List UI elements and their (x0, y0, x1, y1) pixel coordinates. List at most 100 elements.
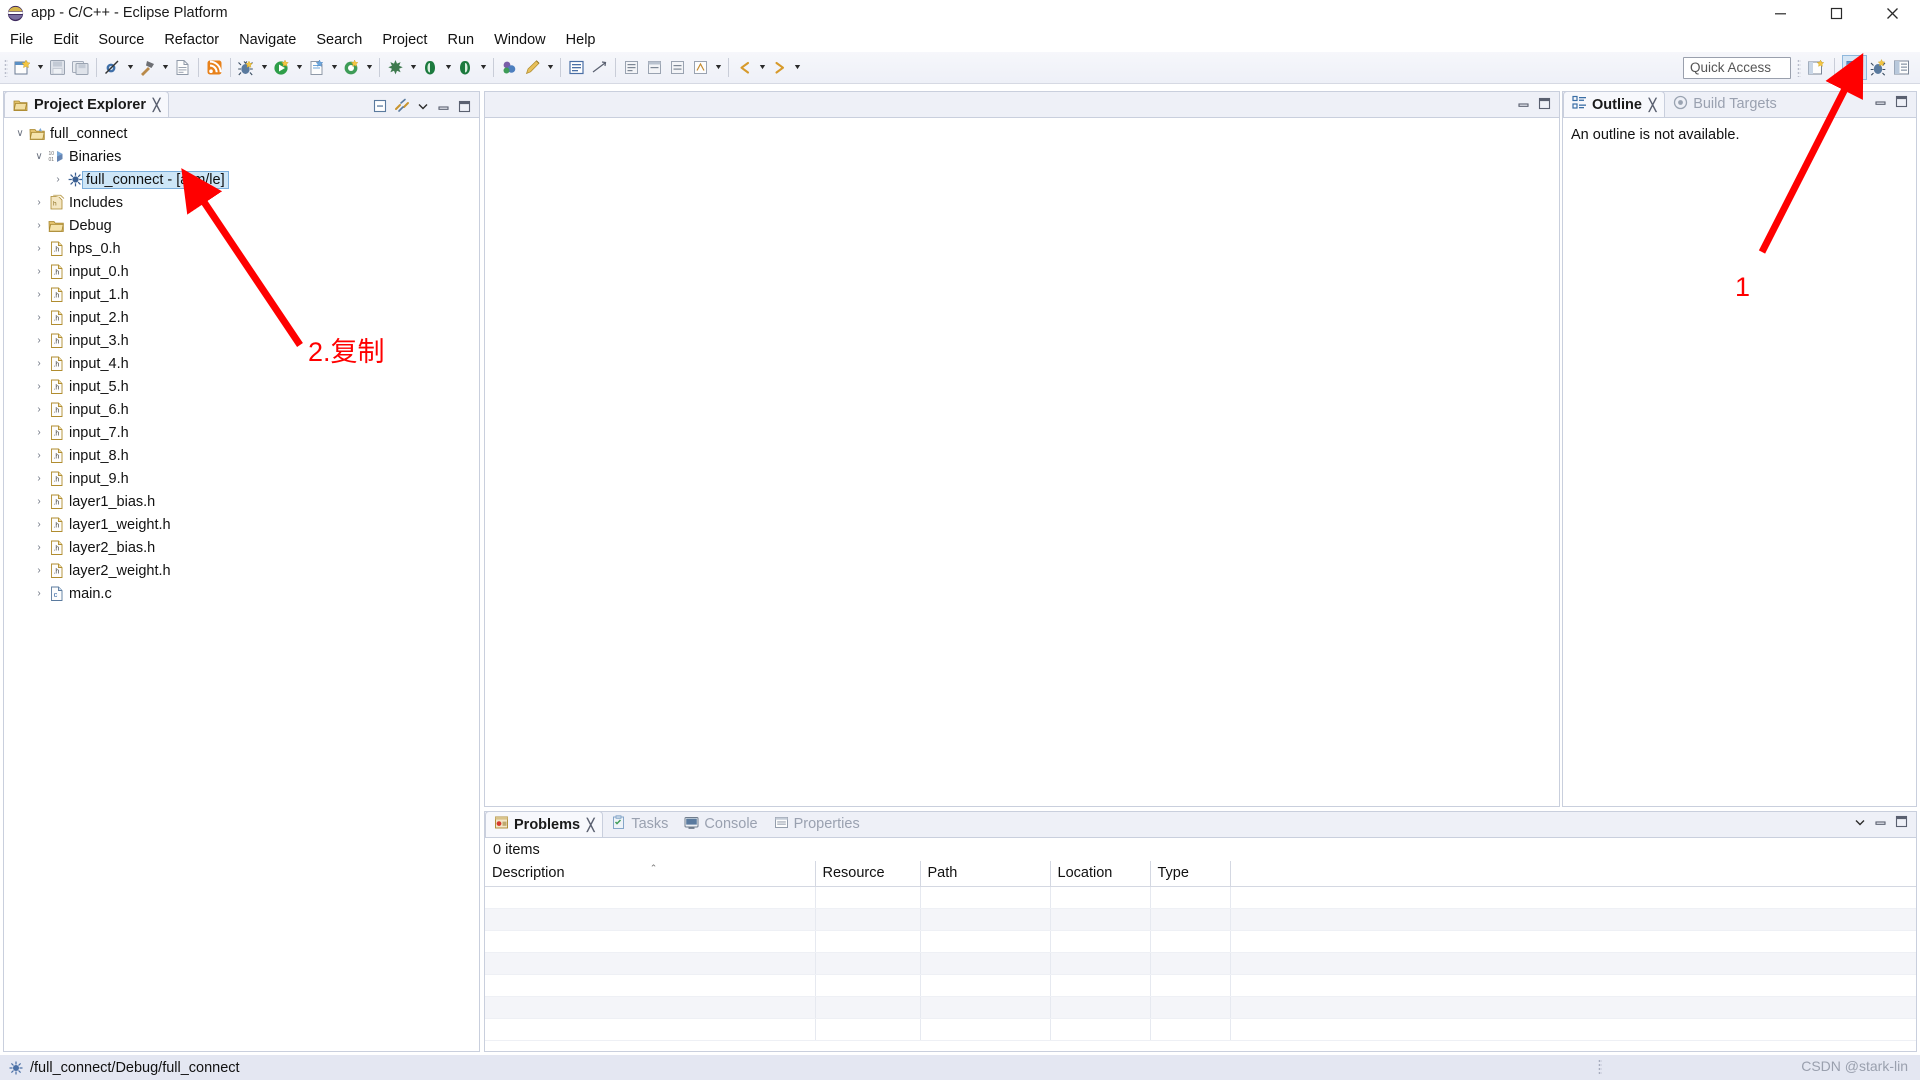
tree-item-layer1-weight-h[interactable]: › .h layer1_weight.h (4, 513, 479, 536)
next-annotation-dropdown-icon[interactable] (442, 56, 454, 79)
chevron-right-icon[interactable]: › (31, 289, 47, 300)
column-header-description[interactable]: Description ⌃ (485, 861, 816, 887)
tab-console[interactable]: Console (676, 811, 765, 837)
collapse-members-icon[interactable] (666, 56, 689, 79)
tree-item-main-c[interactable]: › c main.c (4, 582, 479, 605)
debug-dropdown-icon[interactable] (258, 56, 270, 79)
toggle-block-selection-icon[interactable] (565, 56, 588, 79)
table-row[interactable] (485, 952, 1916, 975)
search-icon[interactable] (384, 56, 407, 79)
restore-view-dropdown-icon[interactable] (712, 56, 724, 79)
new-wizard-icon[interactable] (11, 56, 34, 79)
menu-item-project[interactable]: Project (372, 30, 437, 50)
save-icon[interactable] (46, 56, 69, 79)
close-button[interactable] (1864, 0, 1920, 27)
tree-item-input-4-h[interactable]: › .h input_4.h (4, 352, 479, 375)
tree-item-hps-0-h[interactable]: › .h hps_0.h (4, 237, 479, 260)
column-header-path[interactable]: Path (920, 861, 1051, 887)
back-icon[interactable] (733, 56, 756, 79)
forward-icon[interactable] (768, 56, 791, 79)
chevron-right-icon[interactable]: › (31, 335, 47, 346)
debug-bug-icon[interactable] (235, 56, 258, 79)
tree-item-binaries[interactable]: ∨ 10 01 Binaries (4, 145, 479, 168)
chevron-right-icon[interactable]: › (31, 312, 47, 323)
chevron-right-icon[interactable]: › (31, 243, 47, 254)
tree-item-input-3-h[interactable]: › .h input_3.h (4, 329, 479, 352)
menu-item-navigate[interactable]: Navigate (229, 30, 306, 50)
minimize-icon[interactable] (1516, 96, 1531, 111)
run-play-icon[interactable] (270, 56, 293, 79)
toolbar-grip[interactable] (4, 58, 8, 77)
chevron-down-icon[interactable]: ∨ (12, 128, 28, 139)
maximize-icon[interactable] (1894, 94, 1909, 114)
skip-breakpoints-dropdown-icon[interactable] (124, 56, 136, 79)
chevron-right-icon[interactable]: › (31, 266, 47, 277)
tree-item-layer1-bias-h[interactable]: › .h layer1_bias.h (4, 490, 479, 513)
minimize-icon[interactable] (1873, 814, 1888, 834)
view-menu-icon[interactable] (416, 99, 430, 113)
chevron-right-icon[interactable]: › (31, 450, 47, 461)
tab-outline[interactable]: Outline ╳ (1563, 91, 1666, 117)
last-edit-location-icon[interactable] (521, 56, 544, 79)
minimize-icon[interactable] (1873, 94, 1888, 114)
tab-project-explorer[interactable]: Project Explorer ╳ (4, 91, 170, 117)
cpp-perspective-icon[interactable]: C (1842, 55, 1867, 80)
tree-item-input-2-h[interactable]: › .h input_2.h (4, 306, 479, 329)
chevron-right-icon[interactable]: › (31, 404, 47, 415)
rss-feed-icon[interactable] (203, 56, 226, 79)
menu-item-source[interactable]: Source (88, 30, 154, 50)
forward-dropdown-icon[interactable] (791, 56, 803, 79)
open-element-icon[interactable] (498, 56, 521, 79)
next-annotation-icon[interactable] (419, 56, 442, 79)
chevron-right-icon[interactable]: › (31, 565, 47, 576)
view-menu-icon[interactable] (1853, 815, 1867, 834)
tree-item-input-0-h[interactable]: › .h input_0.h (4, 260, 479, 283)
chevron-right-icon[interactable]: › (31, 519, 47, 530)
maximize-button[interactable] (1808, 0, 1864, 27)
menu-item-refactor[interactable]: Refactor (154, 30, 229, 50)
editor-area[interactable] (484, 91, 1560, 807)
external-tools-icon[interactable] (305, 56, 328, 79)
build-dropdown-icon[interactable] (159, 56, 171, 79)
new-class-icon[interactable] (340, 56, 363, 79)
column-header-type[interactable]: Type (1150, 861, 1231, 887)
tree-item-layer2-weight-h[interactable]: › .h layer2_weight.h (4, 559, 479, 582)
open-perspective-icon[interactable] (1804, 56, 1827, 79)
menu-item-window[interactable]: Window (484, 30, 556, 50)
quick-access-input[interactable]: Quick Access (1683, 56, 1791, 79)
build-hammer-icon[interactable] (136, 56, 159, 79)
chevron-right-icon[interactable]: › (31, 588, 47, 599)
tab-properties[interactable]: Properties (766, 811, 868, 837)
chevron-right-icon[interactable]: › (31, 220, 47, 231)
show-whitespace-icon[interactable] (588, 56, 611, 79)
tree-item-input-9-h[interactable]: › .h input_9.h (4, 467, 479, 490)
tree-item-input-7-h[interactable]: › .h input_7.h (4, 421, 479, 444)
chevron-right-icon[interactable]: › (31, 496, 47, 507)
minimize-button[interactable] (1752, 0, 1808, 27)
run-dropdown-icon[interactable] (293, 56, 305, 79)
back-dropdown-icon[interactable] (756, 56, 768, 79)
table-row[interactable] (485, 974, 1916, 997)
column-header-resource[interactable]: Resource (815, 861, 921, 887)
chevron-right-icon[interactable]: › (31, 427, 47, 438)
menu-item-file[interactable]: File (0, 30, 43, 50)
chevron-down-icon[interactable]: ∨ (31, 151, 47, 162)
column-header-location[interactable]: Location (1050, 861, 1151, 887)
collapse-all-icon[interactable] (372, 98, 388, 114)
menu-item-search[interactable]: Search (306, 30, 372, 50)
tree-item-full-connect[interactable]: ∨ full_connect (4, 122, 479, 145)
tab-problems[interactable]: Problems ╳ (485, 811, 604, 837)
maximize-icon[interactable] (1894, 814, 1909, 834)
chevron-right-icon[interactable]: › (31, 358, 47, 369)
tree-item-input-5-h[interactable]: › .h input_5.h (4, 375, 479, 398)
debug-perspective-icon[interactable] (1867, 56, 1890, 79)
tree-item-input-1-h[interactable]: › .h input_1.h (4, 283, 479, 306)
link-with-editor-icon[interactable] (394, 98, 410, 114)
tree-item-includes[interactable]: › h Includes (4, 191, 479, 214)
table-row[interactable] (485, 886, 1916, 909)
toggle-mark-occurrences-icon[interactable] (620, 56, 643, 79)
menu-item-edit[interactable]: Edit (43, 30, 88, 50)
tree-item-input-8-h[interactable]: › .h input_8.h (4, 444, 479, 467)
resource-perspective-icon[interactable] (1890, 56, 1913, 79)
tab-tasks[interactable]: Tasks (603, 811, 676, 837)
